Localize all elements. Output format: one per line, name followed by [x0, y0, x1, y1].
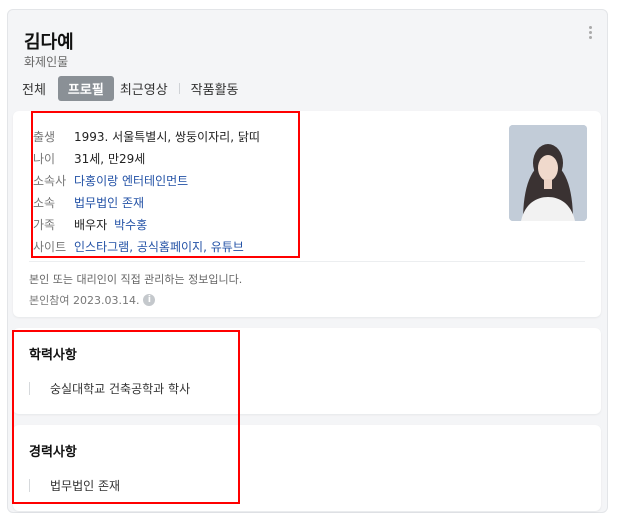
- profile-divider: [29, 261, 585, 262]
- profile-photo[interactable]: [509, 125, 587, 221]
- self-participation: 본인참여 2023.03.14. i: [29, 292, 156, 308]
- info-icon[interactable]: i: [143, 294, 156, 306]
- tab-recent-videos[interactable]: 최근영상: [120, 76, 168, 101]
- managed-notice: 본인 또는 대리인이 직접 관리하는 정보입니다.: [29, 273, 243, 286]
- person-name: 김다예: [24, 32, 74, 53]
- tab-profile[interactable]: 프로필: [57, 76, 114, 101]
- tab-all[interactable]: 전체: [22, 76, 46, 101]
- annotation-box-profile: [31, 111, 300, 258]
- annotation-box-history: [12, 330, 240, 504]
- person-category: 화제인물: [24, 55, 69, 69]
- tab-works[interactable]: 작품활동: [191, 76, 239, 101]
- joined-text: 본인참여 2023.03.14.: [29, 294, 140, 307]
- tab-bar: 전체 프로필 최근영상 작품활동: [22, 76, 239, 101]
- tab-divider: [178, 83, 180, 94]
- portrait-image: [509, 125, 587, 221]
- more-vertical-icon[interactable]: [589, 26, 593, 39]
